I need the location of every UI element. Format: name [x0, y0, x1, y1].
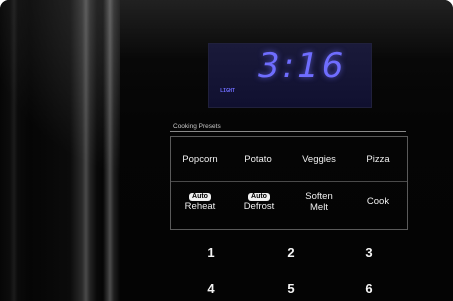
keypad-2[interactable]: 2	[276, 245, 306, 260]
veggies-button[interactable]: Veggies	[294, 154, 344, 165]
display-indicator: LIGHT	[220, 88, 236, 94]
auto-defrost-button[interactable]: Auto Defrost	[236, 190, 282, 212]
keypad-4[interactable]: 4	[196, 281, 226, 296]
keypad-1[interactable]: 1	[196, 245, 226, 260]
clock-readout: 3:16	[258, 46, 347, 86]
melt-label: Melt	[310, 202, 328, 213]
potato-button[interactable]: Potato	[236, 154, 280, 165]
microwave-front: 3:16 LIGHT Cooking Presets Popcorn Potat…	[0, 0, 453, 301]
keypad-6[interactable]: 6	[354, 281, 384, 296]
auto-badge: Auto	[248, 193, 270, 201]
door-handle	[0, 0, 120, 301]
defrost-label: Defrost	[243, 201, 275, 212]
keypad-5[interactable]: 5	[276, 281, 306, 296]
presets-row-divider	[171, 181, 407, 182]
pizza-button[interactable]: Pizza	[358, 154, 398, 165]
popcorn-button[interactable]: Popcorn	[176, 154, 224, 165]
soften-melt-button[interactable]: Soften Melt	[294, 191, 344, 213]
presets-box	[170, 136, 408, 230]
auto-badge: Auto	[189, 193, 211, 201]
presets-divider	[170, 131, 406, 132]
soften-label: Soften	[305, 191, 333, 202]
auto-reheat-button[interactable]: Auto Reheat	[176, 190, 224, 212]
keypad-3[interactable]: 3	[354, 245, 384, 260]
cooking-presets-label: Cooking Presets	[173, 123, 221, 130]
reheat-label: Reheat	[184, 201, 216, 212]
cook-button[interactable]: Cook	[358, 196, 398, 207]
